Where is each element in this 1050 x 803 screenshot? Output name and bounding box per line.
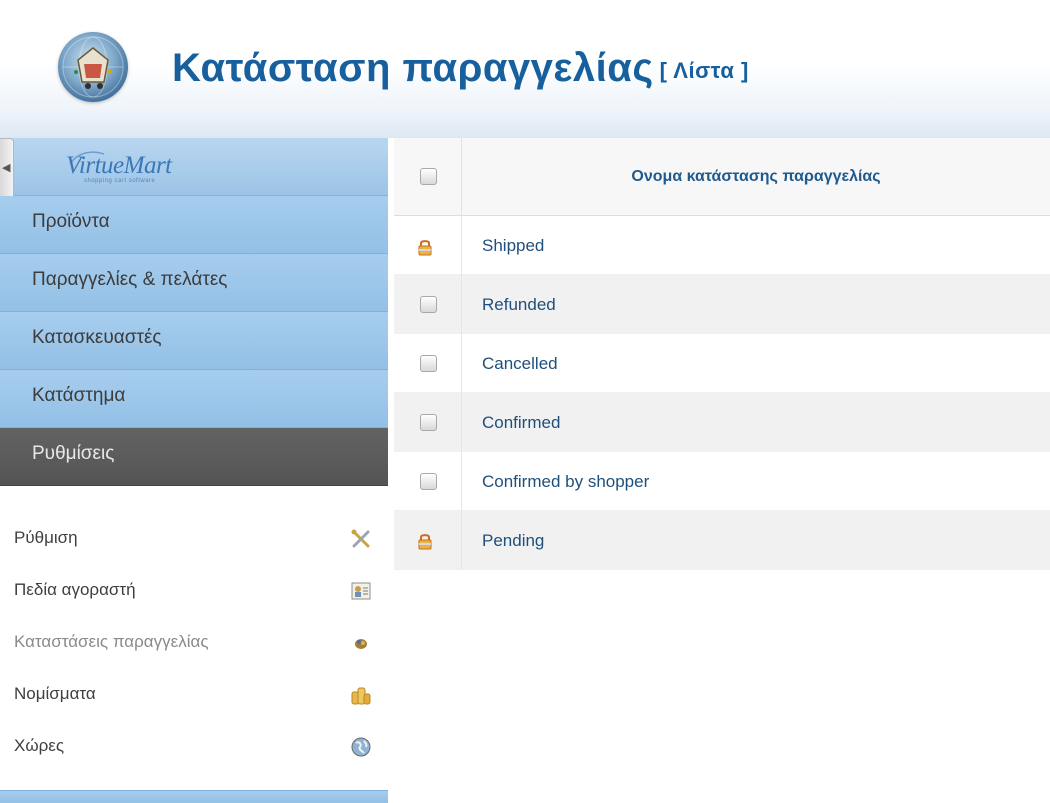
chevron-left-icon: ◀ — [2, 162, 11, 174]
sub-item-label: Πεδία αγοραστή — [14, 580, 136, 599]
select-all-checkbox[interactable] — [420, 168, 437, 185]
virtuemart-globe-icon — [58, 32, 128, 102]
tools-icon — [351, 529, 370, 548]
order-status-link[interactable]: Shipped — [482, 216, 544, 275]
table-row: Pending — [394, 511, 1050, 570]
lock-icon — [418, 534, 432, 550]
user-fields-icon — [351, 582, 371, 600]
sub-item-label: Ρύθμιση — [14, 528, 78, 547]
nav-item-label: Παραγγελίες & πελάτες — [32, 269, 228, 290]
column-header-status-name[interactable]: Ονομα κατάστασης παραγγελίας — [462, 138, 1050, 216]
virtuemart-logo-tagline: shopping cart software — [84, 178, 156, 184]
sub-item-label: Καταστάσεις παραγγελίας — [14, 632, 209, 651]
lock-icon — [418, 240, 432, 256]
nav-item-label: Ρυθμίσεις — [32, 443, 115, 464]
row-checkbox[interactable] — [420, 473, 437, 490]
order-status-link[interactable]: Confirmed by shopper — [482, 452, 649, 511]
table-header: Ονομα κατάστασης παραγγελίας — [394, 138, 1050, 216]
sub-item-order-statuses[interactable]: Καταστάσεις παραγγελίας — [0, 616, 388, 668]
row-checkbox[interactable] — [420, 414, 437, 431]
header-check-cell — [394, 138, 462, 216]
sidebar-footer-bar — [0, 790, 388, 803]
nav-item-label: Κατασκευαστές — [32, 327, 162, 348]
table-row: Shipped — [394, 216, 1050, 275]
nav-item-products[interactable]: Προϊόντα — [0, 196, 388, 254]
coins-icon — [351, 687, 371, 705]
table-row: Cancelled — [394, 334, 1050, 393]
virtuemart-logo-text: VirtueMart — [66, 152, 172, 179]
row-checkbox[interactable] — [420, 355, 437, 372]
sidebar: VirtueMart shopping cart software ◀ Προϊ… — [0, 138, 388, 803]
row-check-cell — [394, 511, 462, 570]
page-title: Κατάσταση παραγγελίας[ Λίστα ] — [172, 46, 749, 91]
sub-item-label: Χώρες — [14, 736, 65, 755]
table-row: Confirmed by shopper — [394, 452, 1050, 511]
table-row: Refunded — [394, 275, 1050, 334]
nav-item-label: Προϊόντα — [32, 211, 110, 232]
sub-item-label: Νομίσματα — [14, 684, 96, 703]
virtuemart-brand-bar: VirtueMart shopping cart software — [0, 138, 388, 196]
page-title-text: Κατάσταση παραγγελίας — [172, 46, 654, 90]
row-check-cell — [394, 216, 462, 275]
row-check-cell — [394, 275, 462, 334]
sidebar-collapse-handle[interactable]: ◀ — [0, 138, 14, 204]
page-subtitle: [ Λίστα ] — [659, 58, 749, 83]
nav-item-shop[interactable]: Κατάστημα — [0, 370, 388, 428]
row-check-cell — [394, 393, 462, 452]
row-check-cell — [394, 452, 462, 511]
row-check-cell — [394, 334, 462, 393]
page-header: Κατάσταση παραγγελίας[ Λίστα ] — [0, 0, 1050, 138]
order-status-link[interactable]: Pending — [482, 511, 544, 570]
nav-item-orders-customers[interactable]: Παραγγελίες & πελάτες — [0, 254, 388, 312]
row-checkbox[interactable] — [420, 296, 437, 313]
globe-icon — [351, 737, 371, 757]
sub-item-configuration[interactable]: Ρύθμιση — [0, 512, 388, 564]
order-status-link[interactable]: Refunded — [482, 275, 556, 334]
nav-item-configuration[interactable]: Ρυθμίσεις — [0, 428, 388, 486]
sub-item-shopper-fields[interactable]: Πεδία αγοραστή — [0, 564, 388, 616]
order-status-link[interactable]: Confirmed — [482, 393, 560, 452]
order-status-link[interactable]: Cancelled — [482, 334, 558, 393]
virtuemart-logo[interactable]: VirtueMart shopping cart software — [66, 150, 226, 184]
sub-item-countries[interactable]: Χώρες — [0, 720, 388, 772]
sub-item-currencies[interactable]: Νομίσματα — [0, 668, 388, 720]
nav-item-label: Κατάστημα — [32, 385, 126, 406]
table-row: Confirmed — [394, 393, 1050, 452]
order-status-table: Ονομα κατάστασης παραγγελίας Shipped Ref… — [394, 138, 1050, 638]
order-status-icon — [355, 639, 367, 649]
nav-item-manufacturers[interactable]: Κατασκευαστές — [0, 312, 388, 370]
